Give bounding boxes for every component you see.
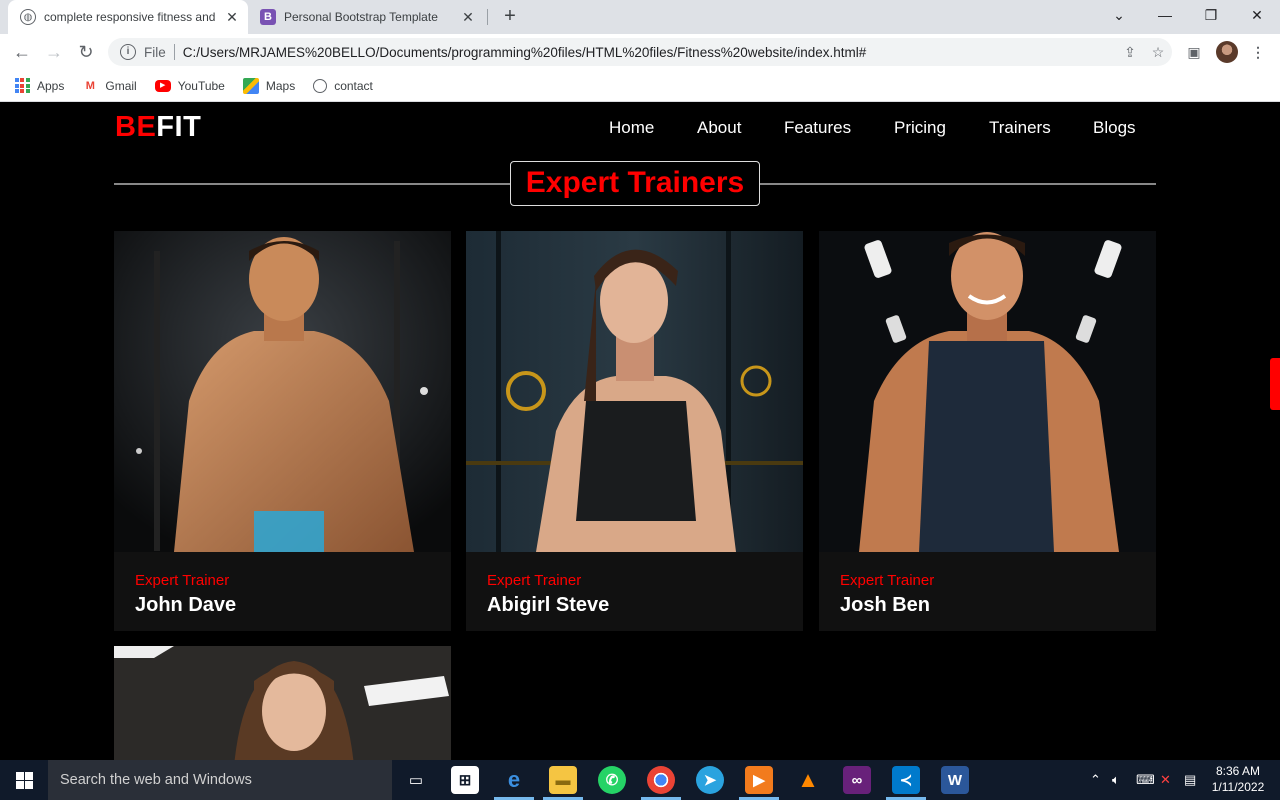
- browser-toolbar: ← → ↻ i File C:/Users/MRJAMES%20BELLO/Do…: [0, 34, 1280, 70]
- telegram-icon[interactable]: ➤: [696, 766, 724, 794]
- chrome-icon[interactable]: [647, 766, 675, 794]
- start-button[interactable]: [0, 760, 48, 800]
- vlc-icon[interactable]: ▲: [794, 766, 822, 794]
- logo-part-white: FIT: [156, 111, 202, 143]
- bookmark-star-icon[interactable]: ☆: [1144, 44, 1172, 61]
- vscode-icon[interactable]: ≺: [892, 766, 920, 794]
- bookmark-gmail[interactable]: M Gmail: [82, 78, 137, 94]
- omnibox-divider: [173, 44, 175, 60]
- nav-blogs[interactable]: Blogs: [1093, 118, 1136, 138]
- media-player-icon[interactable]: ▶: [745, 766, 773, 794]
- nav-home[interactable]: Home: [609, 118, 654, 138]
- trainer-card[interactable]: [114, 646, 451, 760]
- store-icon[interactable]: ⊞: [451, 766, 479, 794]
- close-window-button[interactable]: ✕: [1234, 0, 1280, 30]
- info-icon[interactable]: i: [120, 44, 136, 60]
- task-view-icon[interactable]: ▭: [402, 766, 430, 794]
- bookmark-contact[interactable]: contact: [313, 78, 373, 93]
- section-title: Expert Trainers: [510, 161, 760, 206]
- tab-divider: [487, 9, 488, 25]
- bookmark-label: Maps: [265, 78, 296, 93]
- fitness-website: BEFIT Home About Features Pricing Traine…: [0, 103, 1280, 760]
- gmail-icon: M: [85, 79, 95, 92]
- bookmarks-bar: Apps M Gmail ▶ YouTube Maps contact: [0, 70, 1280, 102]
- restore-button[interactable]: ❐: [1188, 0, 1234, 30]
- taskbar-search[interactable]: Search the web and Windows: [48, 760, 392, 800]
- forward-button[interactable]: →: [42, 40, 66, 64]
- logo-part-red: BE: [115, 111, 157, 143]
- nav-features[interactable]: Features: [784, 118, 851, 138]
- close-tab-icon[interactable]: ✕: [456, 9, 480, 26]
- bookmark-youtube[interactable]: ▶ YouTube: [154, 78, 225, 94]
- maps-icon: [242, 77, 259, 94]
- bootstrap-icon: B: [260, 9, 276, 25]
- new-tab-button[interactable]: +: [498, 5, 522, 29]
- minimize-button[interactable]: —: [1142, 0, 1188, 30]
- trainer-card[interactable]: Expert Trainer Josh Ben: [819, 231, 1156, 631]
- windows-taskbar: Search the web and Windows ▭ ⊞ e ▬ ✆ ➤ ▶…: [0, 760, 1280, 800]
- tab-title: Personal Bootstrap Template: [284, 10, 438, 24]
- globe-icon: [313, 78, 328, 93]
- youtube-icon: ▶: [154, 78, 171, 94]
- tab-strip: ◍ complete responsive fitness and ✕ B Pe…: [0, 0, 1280, 34]
- trainer-name: Josh Ben: [840, 594, 931, 616]
- nav-pricing[interactable]: Pricing: [894, 118, 946, 138]
- bookmark-label: Gmail: [105, 78, 137, 93]
- clock-date: 1/11/2022: [1211, 780, 1265, 794]
- globe-icon: ◍: [20, 9, 36, 25]
- windows-logo-icon: [15, 771, 33, 789]
- file-explorer-icon[interactable]: ▬: [549, 766, 577, 794]
- tab-bootstrap[interactable]: B Personal Bootstrap Template ✕: [248, 0, 488, 34]
- trainer-photo: [819, 231, 1156, 552]
- trainer-name: Abigirl Steve: [487, 594, 610, 616]
- scroll-top-button[interactable]: [1270, 358, 1280, 410]
- bookmark-label: YouTube: [177, 78, 225, 93]
- trainer-role: Expert Trainer: [840, 572, 935, 589]
- visual-studio-icon[interactable]: ∞: [843, 766, 871, 794]
- volume-icon[interactable]: 🔈︎: [1112, 760, 1120, 800]
- trainer-name: John Dave: [135, 594, 237, 616]
- share-icon[interactable]: ⇪: [1116, 44, 1144, 61]
- tab-title: complete responsive fitness and: [44, 10, 216, 24]
- chevron-up-icon[interactable]: ⌃: [1090, 760, 1101, 800]
- bookmark-label: contact: [334, 78, 373, 93]
- trainer-role: Expert Trainer: [487, 572, 582, 589]
- whatsapp-icon[interactable]: ✆: [598, 766, 626, 794]
- trainer-card[interactable]: Expert Trainer John Dave: [114, 231, 451, 631]
- bookmark-maps[interactable]: Maps: [242, 77, 296, 94]
- menu-kebab-icon[interactable]: ⋮: [1246, 40, 1270, 64]
- tab-fitness[interactable]: ◍ complete responsive fitness and ✕: [8, 0, 248, 34]
- bookmark-apps[interactable]: Apps: [14, 78, 64, 94]
- clock-time: 8:36 AM: [1215, 764, 1261, 778]
- taskbar-clock[interactable]: 8:36 AM 1/11/2022: [1210, 763, 1266, 795]
- trainer-photo: [466, 231, 803, 552]
- trainer-role: Expert Trainer: [135, 572, 230, 589]
- nav-about[interactable]: About: [697, 118, 741, 138]
- bookmark-label: Apps: [37, 78, 65, 93]
- trainer-card[interactable]: Expert Trainer Abigirl Steve: [466, 231, 803, 631]
- close-tab-icon[interactable]: ✕: [220, 9, 244, 26]
- side-panel-icon[interactable]: ▣: [1182, 40, 1206, 64]
- tab-search-icon[interactable]: ⌄: [1096, 0, 1142, 30]
- url-text[interactable]: C:/Users/MRJAMES%20BELLO/Documents/progr…: [183, 45, 1116, 60]
- keyboard-icon[interactable]: ⌨: [1136, 760, 1155, 800]
- notification-icon[interactable]: ▤: [1184, 760, 1196, 800]
- trainer-photo: [114, 646, 451, 760]
- address-bar[interactable]: i File C:/Users/MRJAMES%20BELLO/Document…: [108, 38, 1172, 66]
- reload-button[interactable]: ↻: [74, 40, 98, 64]
- back-button[interactable]: ←: [10, 40, 34, 64]
- trainer-photo: [114, 231, 451, 552]
- apps-grid-icon: [14, 78, 30, 94]
- word-icon[interactable]: W: [941, 766, 969, 794]
- edge-icon[interactable]: e: [500, 766, 528, 794]
- scheme-label: File: [144, 44, 166, 60]
- nav-trainers[interactable]: Trainers: [989, 118, 1051, 138]
- profile-avatar[interactable]: [1216, 41, 1238, 63]
- network-icon[interactable]: ✕: [1160, 760, 1171, 800]
- site-logo[interactable]: BEFIT: [115, 111, 201, 144]
